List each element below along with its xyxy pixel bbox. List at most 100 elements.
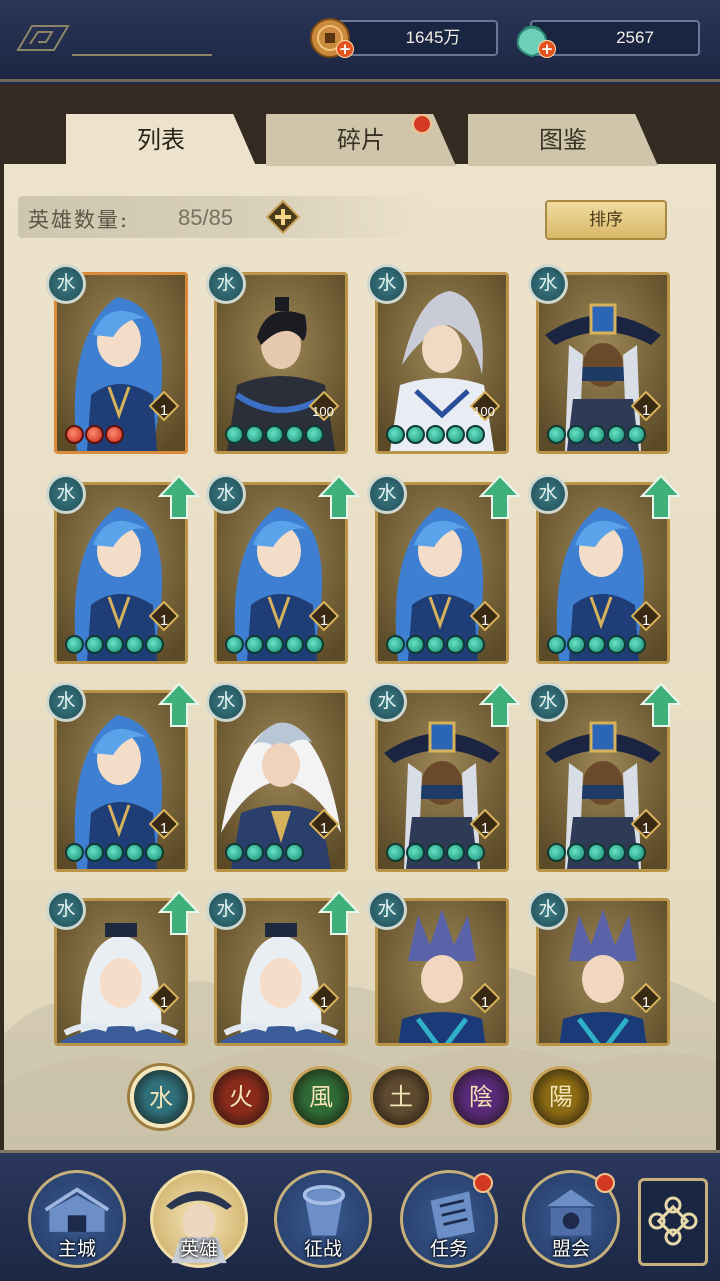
star-orb-icon <box>65 635 84 654</box>
more-menu-button[interactable] <box>638 1178 708 1266</box>
star-orb-icon <box>446 635 465 654</box>
star-orb-icon <box>547 425 566 444</box>
star-orb-icon <box>305 425 324 444</box>
star-rating <box>386 425 485 445</box>
hero-level: 1 <box>480 820 490 837</box>
element-badge: 水 <box>206 682 246 722</box>
hero-card[interactable]: 1水 <box>528 474 682 664</box>
notification-dot <box>473 1173 493 1193</box>
hero-card[interactable]: 1水 <box>528 890 670 1046</box>
star-rating <box>225 843 304 863</box>
hero-card[interactable]: 100 水 <box>367 264 509 454</box>
filter-yang[interactable]: 陽 <box>530 1066 592 1128</box>
notification-dot <box>595 1173 615 1193</box>
star-orb-icon <box>466 425 485 444</box>
nav-city-gate[interactable]: 主城 <box>28 1170 126 1268</box>
star-orb-icon <box>245 425 264 444</box>
upgrade-arrow-icon <box>640 682 682 727</box>
element-badge: 水 <box>46 474 86 514</box>
hero-level: 1 <box>641 612 651 629</box>
star-rating <box>547 635 646 655</box>
star-orb-icon <box>446 843 465 862</box>
hero-level: 1 <box>159 820 169 837</box>
filter-fire[interactable]: 火 <box>210 1066 272 1128</box>
star-orb-icon <box>245 635 264 654</box>
filter-yin[interactable]: 陰 <box>450 1066 512 1128</box>
star-orb-icon <box>105 635 124 654</box>
element-badge: 水 <box>528 264 568 304</box>
upgrade-arrow-icon <box>479 682 521 727</box>
star-rating <box>547 425 646 445</box>
star-orb-icon <box>426 635 445 654</box>
star-orb-icon <box>125 843 144 862</box>
nav-alliance-hall[interactable]: 盟会 <box>522 1170 620 1268</box>
star-orb-icon <box>225 843 244 862</box>
star-orb-icon <box>386 843 405 862</box>
hero-level: 1 <box>641 402 651 419</box>
star-orb-icon <box>105 843 124 862</box>
nav-hero-portrait[interactable]: 英雄 <box>150 1170 248 1268</box>
star-orb-icon <box>105 425 124 444</box>
nav-battle-horn[interactable]: 征战 <box>274 1170 372 1268</box>
star-orb-icon <box>426 843 445 862</box>
star-orb-icon <box>627 425 646 444</box>
flower-menu-icon <box>648 1196 698 1246</box>
star-orb-icon <box>285 425 304 444</box>
element-filter-bar: 水火風土陰陽 <box>128 1066 598 1132</box>
hero-card[interactable]: 1水 <box>46 682 200 872</box>
star-rating <box>65 425 124 445</box>
hero-card[interactable]: 1水 <box>367 890 509 1046</box>
upgrade-arrow-icon <box>318 474 360 519</box>
upgrade-arrow-icon <box>640 474 682 519</box>
star-rating <box>65 635 164 655</box>
hero-card[interactable]: 1水 <box>528 682 682 872</box>
hero-level: 1 <box>480 612 490 629</box>
nav-label: 任务 <box>429 1238 468 1260</box>
element-badge: 水 <box>528 474 568 514</box>
hero-card[interactable]: 1水 <box>367 474 521 664</box>
upgrade-arrow-icon <box>318 890 360 935</box>
star-orb-icon <box>145 843 164 862</box>
star-orb-icon <box>225 635 244 654</box>
star-orb-icon <box>145 635 164 654</box>
element-badge: 水 <box>46 682 86 722</box>
filter-earth[interactable]: 土 <box>370 1066 432 1128</box>
star-orb-icon <box>265 635 284 654</box>
star-orb-icon <box>265 425 284 444</box>
hero-level: 100 <box>312 404 334 419</box>
nav-label: 英雄 <box>179 1238 218 1260</box>
hero-card[interactable]: 100 水 <box>206 264 348 454</box>
star-orb-icon <box>65 843 84 862</box>
star-orb-icon <box>587 635 606 654</box>
nav-task-bell[interactable]: 任务 <box>400 1170 498 1268</box>
hero-level: 100 <box>473 404 495 419</box>
hero-card[interactable]: 1水 <box>46 890 200 1046</box>
hero-level: 1 <box>159 994 169 1011</box>
star-orb-icon <box>305 635 324 654</box>
star-orb-icon <box>446 425 465 444</box>
hero-card[interactable]: 1水 <box>46 264 188 454</box>
filter-water[interactable]: 水 <box>130 1066 192 1128</box>
star-orb-icon <box>386 425 405 444</box>
hero-card[interactable]: 1水 <box>206 474 360 664</box>
hero-card[interactable]: 1水 <box>206 682 348 872</box>
element-badge: 水 <box>367 474 407 514</box>
star-orb-icon <box>567 843 586 862</box>
hero-card[interactable]: 1水 <box>528 264 670 454</box>
star-orb-icon <box>225 425 244 444</box>
star-orb-icon <box>607 843 626 862</box>
hero-level: 1 <box>641 820 651 837</box>
filter-wind[interactable]: 風 <box>290 1066 352 1128</box>
star-orb-icon <box>627 635 646 654</box>
star-orb-icon <box>466 635 485 654</box>
star-orb-icon <box>607 425 626 444</box>
upgrade-arrow-icon <box>158 474 200 519</box>
star-rating <box>547 843 646 863</box>
hero-card[interactable]: 1水 <box>367 682 521 872</box>
star-orb-icon <box>85 635 104 654</box>
star-orb-icon <box>567 635 586 654</box>
hero-card[interactable]: 1水 <box>206 890 360 1046</box>
star-orb-icon <box>607 635 626 654</box>
hero-card[interactable]: 1水 <box>46 474 200 664</box>
star-rating <box>65 843 164 863</box>
